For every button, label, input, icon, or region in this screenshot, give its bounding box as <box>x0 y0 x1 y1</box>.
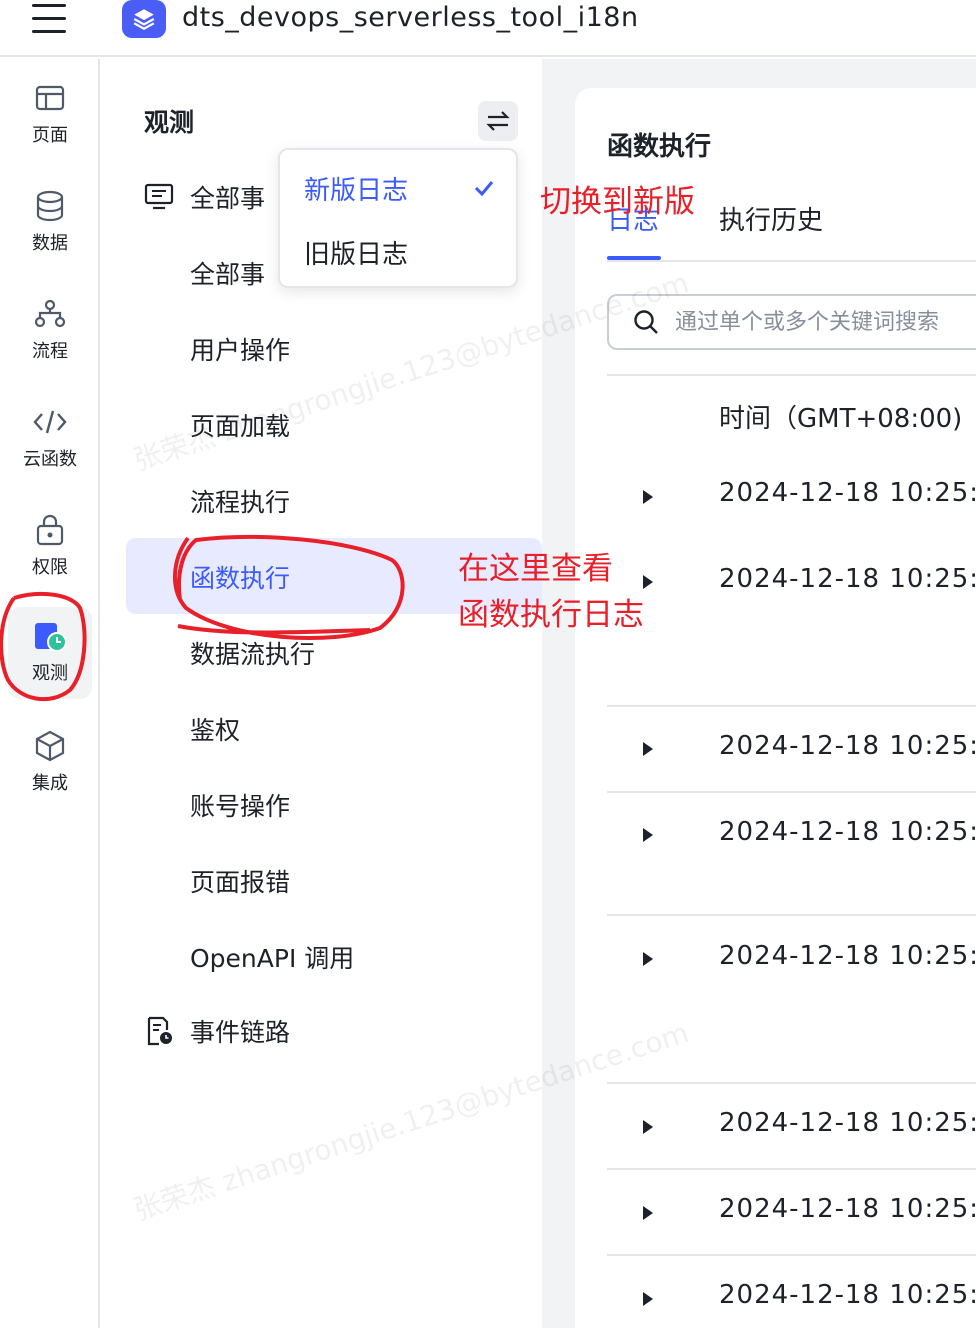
dropdown-option-old-log[interactable]: 旧版日志 <box>304 234 408 271</box>
subnav-group-all-events[interactable]: 全部事 <box>142 179 265 215</box>
row-timestamp: 2024-12-18 10:25: <box>719 1108 976 1138</box>
subnav-group-label: 全部事 <box>190 184 266 213</box>
observe-icon <box>33 619 67 653</box>
rail-item-data[interactable]: 数据 <box>0 189 100 255</box>
subnav-item-dataflow-exec[interactable]: 数据流执行 <box>190 635 315 671</box>
subnav-title: 观测 <box>144 108 195 137</box>
doc-clock-icon <box>142 1014 176 1048</box>
monitor-icon <box>142 180 176 214</box>
column-header-time[interactable]: 时间（GMT+08:00) <box>719 398 962 435</box>
row-timestamp: 2024-12-18 10:25: <box>719 478 976 508</box>
subnav-item-page-load[interactable]: 页面加载 <box>190 407 290 443</box>
annotation-view-note-line2: 函数执行日志 <box>458 597 644 633</box>
rail-item-cloud-function[interactable]: 云函数 <box>0 405 100 471</box>
table-header-top-border <box>607 374 976 376</box>
expand-arrow-icon <box>643 1206 653 1220</box>
subnav-item-page-error[interactable]: 页面报错 <box>190 863 290 899</box>
row-divider <box>607 791 976 793</box>
dropdown-option-new-log[interactable]: 新版日志 <box>304 170 408 207</box>
row-divider <box>607 914 976 916</box>
expand-arrow-icon <box>643 742 653 756</box>
menu-icon[interactable] <box>32 4 68 34</box>
row-timestamp: 2024-12-18 10:25: <box>719 1280 976 1310</box>
log-version-dropdown: 新版日志 旧版日志 <box>278 148 518 288</box>
subnav-item-all[interactable]: 全部事 <box>190 255 265 291</box>
swap-icon <box>486 111 510 131</box>
row-timestamp: 2024-12-18 10:25: <box>719 817 976 847</box>
row-timestamp: 2024-12-18 10:25: <box>719 564 976 594</box>
app-logo-icon <box>122 0 166 38</box>
top-bar: dts_devops_serverless_tool_i18n <box>0 0 976 57</box>
subnav-item-flow-exec[interactable]: 流程执行 <box>190 483 290 519</box>
row-divider <box>607 705 976 707</box>
page-icon <box>33 81 67 115</box>
subnav-item-function-exec[interactable]: 函数执行 <box>190 559 290 595</box>
app-title[interactable]: dts_devops_serverless_tool_i18n <box>182 2 639 33</box>
tab-exec-history[interactable]: 执行历史 <box>719 200 823 237</box>
row-divider <box>607 1254 976 1256</box>
rail-label: 数据 <box>32 233 68 254</box>
rail-label: 观测 <box>32 663 68 684</box>
row-timestamp: 2024-12-18 10:25: <box>719 1194 976 1224</box>
subnav-item-openapi[interactable]: OpenAPI 调用 <box>190 939 354 975</box>
function-exec-panel: 函数执行 日志 执行历史 时间（GMT+08:00) 2024-12-18 10… <box>575 88 976 1328</box>
rail-item-observe[interactable]: 观测 <box>8 607 92 699</box>
rail-label: 集成 <box>32 773 68 794</box>
expand-arrow-icon <box>643 952 653 966</box>
log-version-switch-button[interactable] <box>478 101 518 141</box>
check-icon <box>474 181 494 197</box>
row-divider <box>607 1082 976 1084</box>
search-icon <box>631 307 661 337</box>
subnav-item-account-action[interactable]: 账号操作 <box>190 787 290 823</box>
row-divider <box>607 1168 976 1170</box>
tabs-divider <box>607 260 976 262</box>
annotation-switch-note: 切换到新版 <box>540 184 695 220</box>
subnav-item-user-action[interactable]: 用户操作 <box>190 331 290 367</box>
lock-icon <box>33 513 67 547</box>
search-input[interactable] <box>675 309 975 335</box>
panel-title: 函数执行 <box>607 132 712 162</box>
database-icon <box>33 189 67 223</box>
subnav-group-event-chain[interactable]: 事件链路 <box>142 1013 290 1049</box>
subnav-item-auth[interactable]: 鉴权 <box>190 711 240 747</box>
expand-arrow-icon <box>643 490 653 504</box>
rail-label: 页面 <box>32 125 68 146</box>
annotation-view-note-line1: 在这里查看 <box>458 551 613 587</box>
code-icon <box>33 405 67 439</box>
rail-label: 云函数 <box>23 449 77 470</box>
rail-item-page[interactable]: 页面 <box>0 81 100 147</box>
expand-arrow-icon <box>643 1120 653 1134</box>
rail-item-flow[interactable]: 流程 <box>0 297 100 363</box>
annotation-view-note: 在这里查看 函数执行日志 <box>458 546 644 638</box>
expand-arrow-icon <box>643 1292 653 1306</box>
rail-item-permission[interactable]: 权限 <box>0 513 100 579</box>
expand-arrow-icon <box>643 828 653 842</box>
rail-label: 流程 <box>32 341 68 362</box>
left-rail: 页面 数据 流程 云函数 权限 观测 集成 <box>0 59 100 1328</box>
rail-item-integration[interactable]: 集成 <box>0 729 100 795</box>
search-box[interactable] <box>607 294 976 350</box>
rail-label: 权限 <box>32 557 68 578</box>
flow-icon <box>33 297 67 331</box>
subnav-group-label: 事件链路 <box>190 1018 291 1047</box>
row-timestamp: 2024-12-18 10:25: <box>719 731 976 761</box>
cube-icon <box>33 729 67 763</box>
row-timestamp: 2024-12-18 10:25: <box>719 941 976 971</box>
